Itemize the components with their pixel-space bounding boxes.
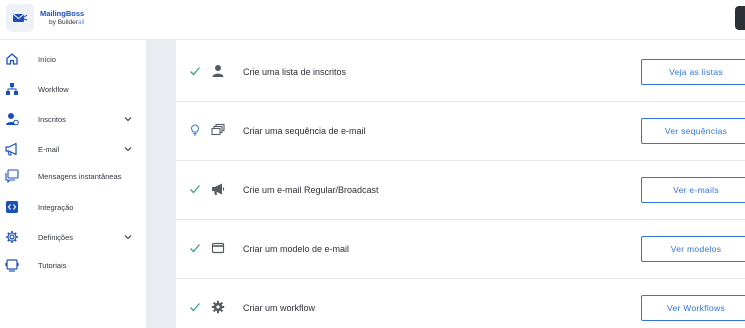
sidebar-item-integracao[interactable]: Integração [0,196,146,218]
sidebar-item-label: Início [38,54,56,64]
check-icon [188,300,202,314]
task-row-broadcast: Crie um e-mail Regular/Broadcast Ver e-m… [176,161,745,220]
sidebar-item-label: Tutoriais [38,260,67,270]
view-sequences-button[interactable]: Ver sequências [641,118,745,144]
sidebar-item-tutoriais[interactable]: Tutoriais [0,254,146,276]
sidebar-item-definicoes[interactable]: Definições [0,226,146,248]
avatar[interactable] [735,6,745,30]
chevron-down-icon[interactable] [123,232,133,242]
sidebar-item-label: Inscritos [38,114,66,124]
sidebar-item-label: Definições [38,232,74,242]
integration-icon [4,199,20,215]
task-row-workflow: Criar um workflow Ver Workflows [176,279,745,328]
sidebar-item-inscritos[interactable]: Inscritos [0,108,146,130]
brand-logo [6,4,34,32]
subscribers-icon [4,111,20,127]
brand-byline: by Builderall [40,19,84,26]
gear-icon [210,299,226,315]
sidebar-item-label: Mensagens instantâneas [38,171,122,181]
home-icon [4,51,20,67]
task-label: Criar um workflow [243,303,316,313]
sidebar: Início Workflow Inscritos E-mail Mensage… [0,40,146,328]
megaphone-icon [210,181,226,197]
app-root: MailingBoss by Builderall Início Workflo… [0,0,745,328]
top-bar: MailingBoss by Builderall [0,0,745,40]
brand-by: by [49,18,56,26]
setup-checklist: Crie uma lista de inscritos Veja as list… [176,40,745,328]
task-label: Criar um modelo de e-mail [243,244,350,254]
sidebar-item-workflow[interactable]: Workflow [0,78,146,100]
template-icon [210,240,226,256]
check-icon [188,64,202,78]
email-sequence-icon [210,122,226,138]
content-gutter [146,40,176,328]
sidebar-item-label: Integração [38,202,74,212]
chat-icon [4,168,20,184]
chevron-down-icon[interactable] [123,144,133,154]
gear-icon [4,229,20,245]
task-label: Crie um e-mail Regular/Broadcast [243,185,379,195]
chevron-down-icon[interactable] [123,114,133,124]
task-row-subscriber-list: Crie uma lista de inscritos Veja as list… [176,43,745,102]
view-lists-button[interactable]: Veja as listas [641,59,745,85]
task-row-template: Criar um modelo de e-mail Ver modelos [176,220,745,279]
megaphone-icon [4,141,20,157]
view-emails-button[interactable]: Ver e-mails [641,177,745,203]
task-row-email-sequence: Criar uma sequência de e-mail Ver sequên… [176,102,745,161]
lightbulb-icon [188,123,202,137]
sidebar-item-label: Workflow [38,84,69,94]
view-workflows-button[interactable]: Ver Workflows [641,295,745,321]
workflow-icon [4,81,20,97]
brand-name: MailingBoss [40,8,85,18]
task-label: Crie uma lista de inscritos [243,67,347,77]
person-icon [210,63,226,79]
brand[interactable]: MailingBoss by Builderall [6,4,84,32]
sidebar-item-mensagens[interactable]: Mensagens instantâneas [0,165,146,187]
brand-by-suffix: all [77,18,85,26]
tutorial-icon [4,257,20,273]
check-icon [188,241,202,255]
view-templates-button[interactable]: Ver modelos [641,236,745,262]
task-label: Criar uma sequência de e-mail [243,126,366,136]
sidebar-item-email[interactable]: E-mail [0,138,146,160]
brand-by-name: Builder [57,18,78,26]
check-icon [188,182,202,196]
sidebar-item-inicio[interactable]: Início [0,48,146,70]
sidebar-item-label: E-mail [38,144,60,154]
brand-text: MailingBoss by Builderall [40,8,85,26]
